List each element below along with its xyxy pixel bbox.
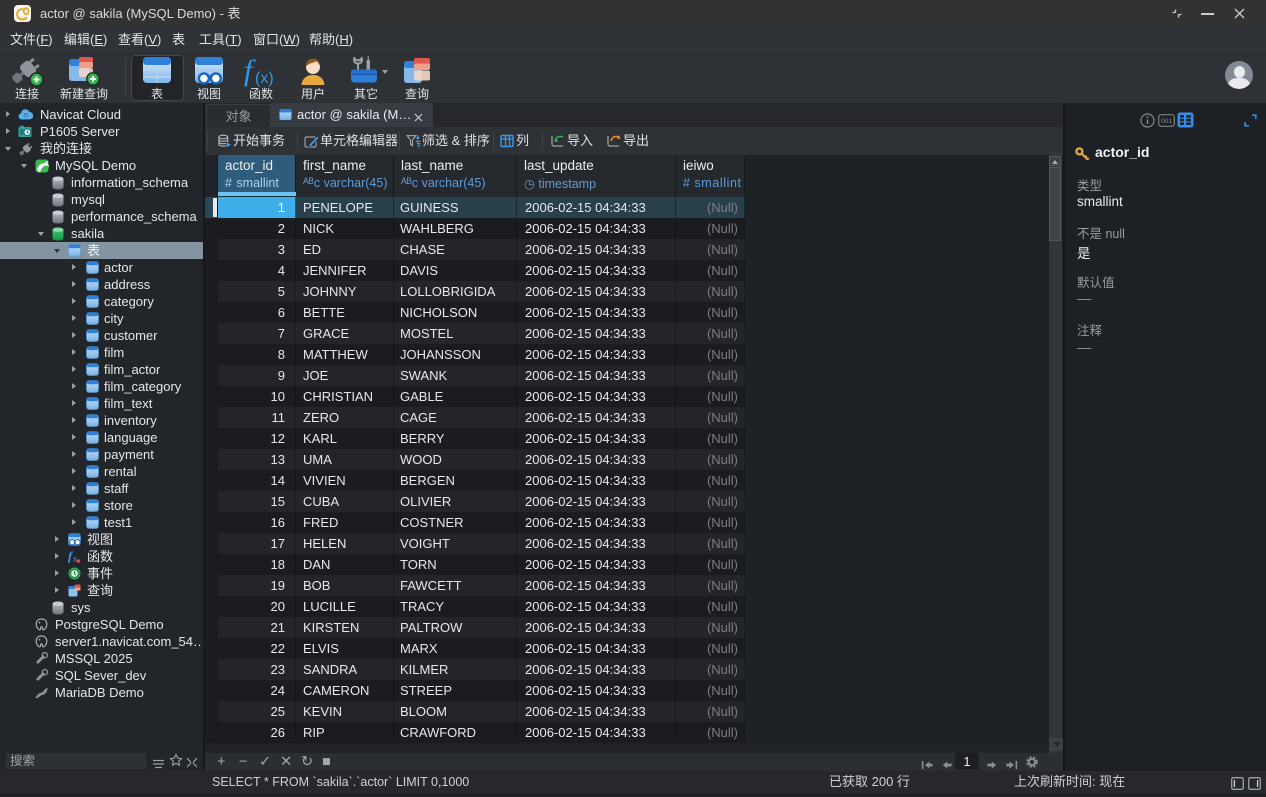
svg-text:x: x bbox=[73, 555, 77, 563]
svg-text:001: 001 bbox=[1161, 118, 1172, 125]
